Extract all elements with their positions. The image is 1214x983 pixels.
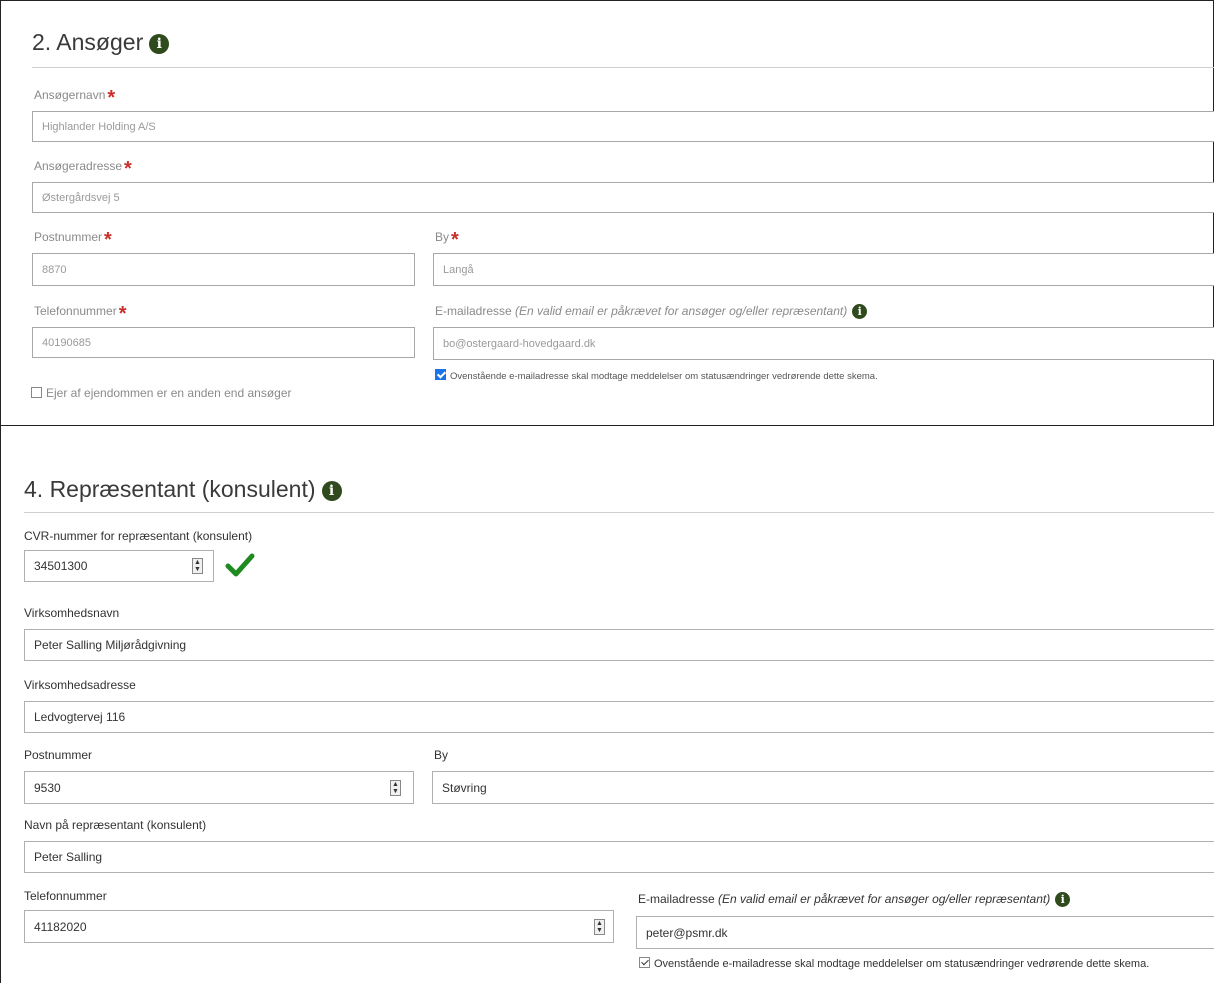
- email-notify-label: Ovenstående e-mailadresse skal modtage m…: [654, 958, 1150, 970]
- by-label: By *: [435, 229, 459, 251]
- required-asterisk-icon: *: [451, 229, 459, 251]
- ejer-label: Ejer af ejendommen er en anden end ansøg…: [46, 386, 292, 400]
- by-input[interactable]: Støvring: [432, 771, 1214, 804]
- email-input[interactable]: bo@ostergaard-hovedgaard.dk: [433, 327, 1214, 360]
- email-label: E-mailadresse (En valid email er påkræve…: [435, 304, 868, 319]
- virksomhedsadresse-input[interactable]: Ledvogtervej 116: [24, 701, 1214, 733]
- email-notify-checkbox[interactable]: [435, 369, 446, 380]
- checkmark-icon: [225, 550, 255, 580]
- telefonnummer-input[interactable]: 40190685: [32, 327, 415, 358]
- section-title-text: 2. Ansøger: [32, 29, 144, 55]
- divider: [32, 67, 1214, 68]
- virksomhed-label: Virksomhedsnavn: [24, 606, 120, 620]
- telefonnummer-label: Telefonnummer: [24, 889, 107, 903]
- ejer-option[interactable]: Ejer af ejendommen er en anden end ansøg…: [31, 386, 292, 400]
- ansoeger-section: 2. Ansøger i Ansøgernavn * Highlander Hold…: [0, 0, 1214, 426]
- virksomhed-input[interactable]: Peter Salling Miljørådgivning: [24, 629, 1214, 661]
- email-notify-checkbox[interactable]: [639, 957, 650, 968]
- required-asterisk-icon: *: [124, 158, 132, 180]
- info-icon[interactable]: i: [852, 304, 868, 319]
- section-title-text: 4. Repræsentant (konsulent): [24, 476, 316, 502]
- ansoegernavn-input[interactable]: Highlander Holding A/S: [32, 111, 1214, 142]
- email-notify-option[interactable]: Ovenstående e-mailadresse skal modtage m…: [435, 369, 878, 382]
- by-input[interactable]: Langå: [433, 253, 1214, 286]
- info-icon[interactable]: i: [149, 34, 170, 54]
- email-hint: (En valid email er påkrævet for ansøger …: [718, 892, 1051, 906]
- section-title-ansoeger: 2. Ansøger i: [32, 29, 170, 56]
- cvr-input[interactable]: 34501300: [24, 550, 214, 582]
- repraesentant-section: 4. Repræsentant (konsulent) i CVR-nummer …: [0, 426, 1214, 983]
- ejer-checkbox[interactable]: [31, 387, 42, 398]
- ansoegeradresse-input[interactable]: Østergårdsvej 5: [32, 182, 1214, 213]
- telefonnummer-label: Telefonnummer *: [34, 303, 127, 325]
- telefonnummer-spinner[interactable]: ▲ ▼: [594, 919, 605, 935]
- telefonnummer-input[interactable]: 41182020: [24, 910, 614, 943]
- postnummer-label: Postnummer: [24, 748, 93, 762]
- postnummer-spinner[interactable]: ▲ ▼: [390, 780, 401, 796]
- navn-input[interactable]: Peter Salling: [24, 841, 1214, 873]
- postnummer-input[interactable]: 9530: [24, 771, 414, 804]
- required-asterisk-icon: *: [104, 229, 112, 251]
- ansoegernavn-label: Ansøgernavn *: [34, 87, 116, 109]
- required-asterisk-icon: *: [118, 303, 127, 325]
- email-hint: (En valid email er påkrævet for ansøger …: [515, 304, 848, 318]
- postnummer-label: Postnummer *: [34, 229, 112, 251]
- email-notify-label: Ovenstående e-mailadresse skal modtage m…: [450, 371, 878, 382]
- email-input[interactable]: peter@psmr.dk: [636, 916, 1214, 949]
- email-label: E-mailadresse (En valid email er påkræve…: [638, 892, 1071, 907]
- ansoegeradresse-label: Ansøgeradresse *: [34, 158, 132, 180]
- required-asterisk-icon: *: [107, 87, 116, 109]
- by-label: By: [434, 748, 449, 762]
- virksomhedsadresse-label: Virksomhedsadresse: [24, 678, 136, 692]
- info-icon[interactable]: i: [1055, 892, 1071, 907]
- email-notify-option[interactable]: Ovenstående e-mailadresse skal modtage m…: [639, 957, 1149, 970]
- cvr-spinner[interactable]: ▲ ▼: [192, 558, 203, 574]
- info-icon[interactable]: i: [321, 481, 342, 501]
- navn-label: Navn på repræsentant (konsulent): [24, 818, 207, 832]
- postnummer-input[interactable]: 8870: [32, 253, 415, 286]
- cvr-label: CVR-nummer for repræsentant (konsulent): [24, 529, 253, 543]
- section-title-repraesentant: 4. Repræsentant (konsulent) i: [24, 476, 342, 503]
- divider: [24, 512, 1214, 513]
